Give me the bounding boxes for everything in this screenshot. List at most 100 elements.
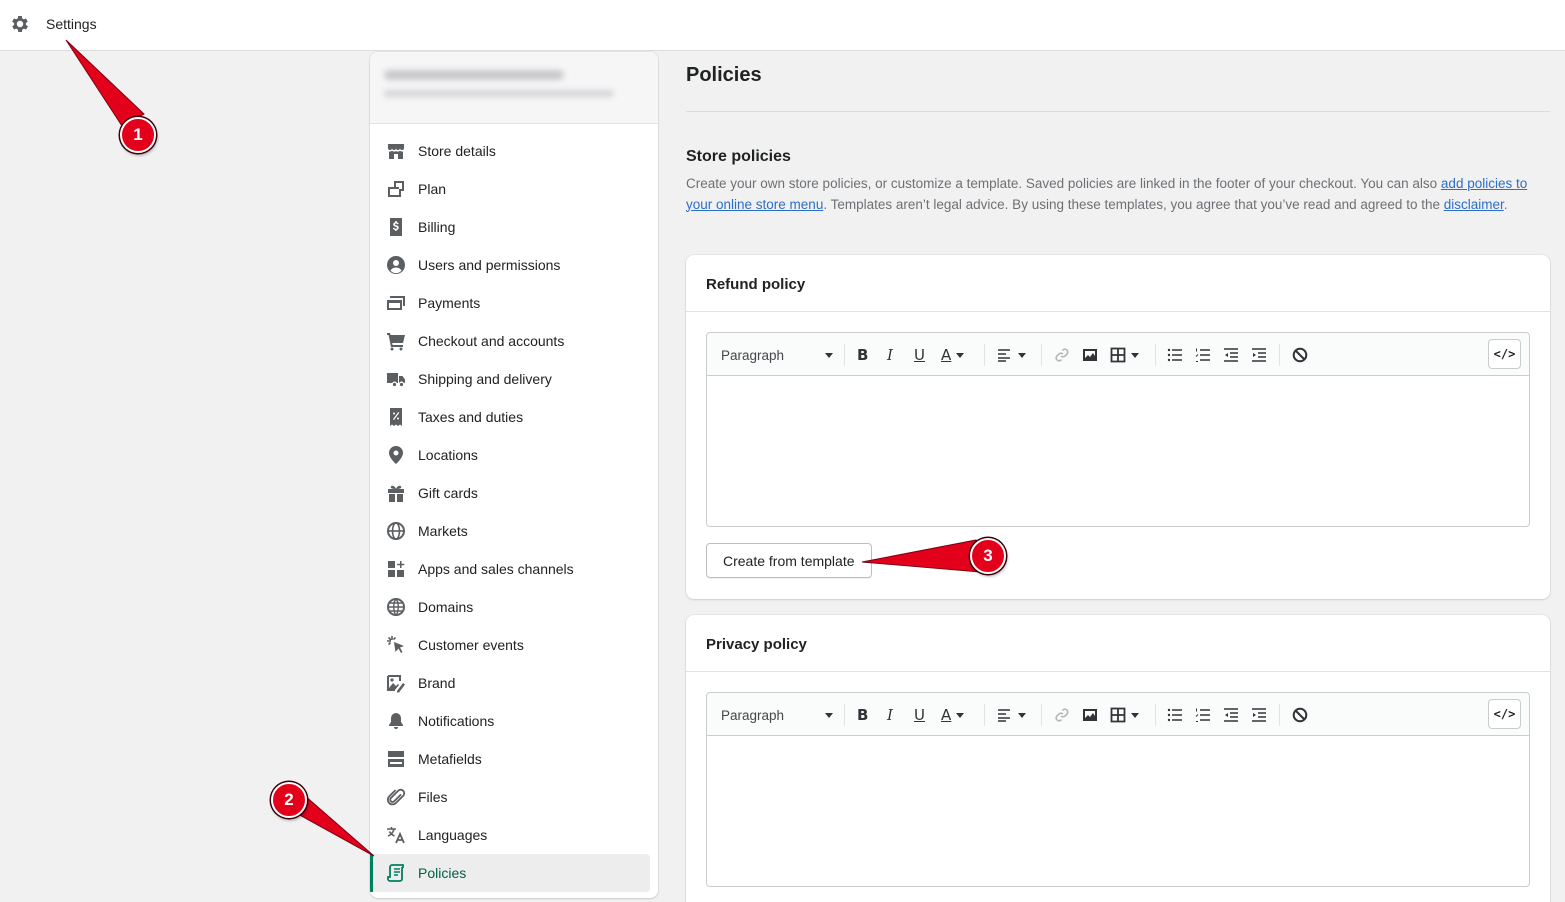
toolbar-divider — [1041, 344, 1042, 366]
outdent-icon[interactable] — [1223, 346, 1239, 364]
settings-sidebar: Store details Plan Billing Users and per… — [370, 52, 658, 898]
sidebar-item-checkout[interactable]: Checkout and accounts — [370, 322, 658, 360]
sidebar-item-label: Languages — [418, 827, 488, 843]
format-select[interactable]: Paragraph — [721, 706, 833, 724]
bold-icon[interactable]: B — [857, 346, 868, 364]
sidebar-item-taxes[interactable]: Taxes and duties — [370, 398, 658, 436]
sidebar-item-markets[interactable]: Markets — [370, 512, 658, 550]
sidebar-item-label: Notifications — [418, 713, 495, 729]
toolbar-divider — [1155, 344, 1156, 366]
underline-icon[interactable]: U — [914, 706, 925, 724]
page-title: Policies — [686, 52, 1550, 112]
code-view-button[interactable]: </> — [1488, 699, 1521, 729]
sidebar-item-label: Domains — [418, 599, 474, 615]
indent-icon[interactable] — [1251, 346, 1267, 364]
table-icon[interactable] — [1110, 706, 1139, 724]
brand-icon — [385, 672, 407, 694]
store-header[interactable] — [370, 52, 658, 124]
sidebar-item-label: Locations — [418, 447, 478, 463]
sidebar-item-gift-cards[interactable]: Gift cards — [370, 474, 658, 512]
bullet-list-icon[interactable] — [1167, 346, 1183, 364]
sidebar-item-brand[interactable]: Brand — [370, 664, 658, 702]
desc-text: Create your own store policies, or custo… — [686, 176, 1441, 191]
create-from-template-button[interactable]: Create from template — [706, 543, 872, 578]
toolbar-divider — [1041, 704, 1042, 726]
italic-icon[interactable]: I — [887, 706, 893, 724]
sidebar-item-files[interactable]: Files — [370, 778, 658, 816]
outdent-icon[interactable] — [1223, 706, 1239, 724]
sidebar-item-label: Brand — [418, 675, 456, 691]
bold-icon[interactable]: B — [857, 706, 868, 724]
sidebar-item-metafields[interactable]: Metafields — [370, 740, 658, 778]
editor-toolbar: Paragraph B I U A </> — [707, 333, 1529, 376]
card-title: Privacy policy — [686, 615, 1550, 672]
sidebar-item-notifications[interactable]: Notifications — [370, 702, 658, 740]
numbered-list-icon[interactable] — [1195, 706, 1211, 724]
sidebar-item-apps[interactable]: Apps and sales channels — [370, 550, 658, 588]
toolbar-divider — [844, 704, 845, 726]
indent-icon[interactable] — [1251, 706, 1267, 724]
callout-badge-3: 3 — [970, 538, 1006, 574]
privacy-policy-editor: Paragraph B I U A </> — [706, 692, 1530, 887]
table-icon[interactable] — [1110, 346, 1139, 364]
link-icon[interactable] — [1054, 706, 1070, 724]
location-pin-icon — [385, 444, 407, 466]
toolbar-divider — [1279, 344, 1280, 366]
paperclip-icon — [385, 786, 407, 808]
chevron-down-icon — [825, 712, 833, 718]
sidebar-item-payments[interactable]: Payments — [370, 284, 658, 322]
top-bar: Settings — [0, 0, 1565, 51]
format-value: Paragraph — [721, 707, 785, 723]
cursor-click-icon — [385, 634, 407, 656]
metafields-icon — [385, 748, 407, 770]
underline-icon[interactable]: U — [914, 346, 925, 364]
clear-format-icon[interactable] — [1292, 706, 1308, 724]
globe-icon — [385, 520, 407, 542]
editor-content[interactable] — [707, 376, 1529, 526]
image-icon[interactable] — [1082, 346, 1098, 364]
section-description: Create your own store policies, or custo… — [686, 174, 1550, 215]
sidebar-item-languages[interactable]: Languages — [370, 816, 658, 854]
refund-policy-editor: Paragraph B I U A </> — [706, 332, 1530, 527]
domains-globe-icon — [385, 596, 407, 618]
image-icon[interactable] — [1082, 706, 1098, 724]
gear-icon[interactable] — [9, 13, 31, 35]
format-select[interactable]: Paragraph — [721, 346, 833, 364]
editor-content[interactable] — [707, 736, 1529, 886]
store-name — [384, 70, 564, 80]
sidebar-item-store-details[interactable]: Store details — [370, 132, 658, 170]
sidebar-item-users[interactable]: Users and permissions — [370, 246, 658, 284]
callout-badge-2: 2 — [271, 782, 307, 818]
link-icon[interactable] — [1054, 346, 1070, 364]
policies-main: Policies Store policies Create your own … — [686, 52, 1550, 215]
sidebar-item-billing[interactable]: Billing — [370, 208, 658, 246]
sidebar-item-plan[interactable]: Plan — [370, 170, 658, 208]
text-color-icon[interactable]: A — [941, 346, 965, 364]
sidebar-item-domains[interactable]: Domains — [370, 588, 658, 626]
desc-text: . Templates aren’t legal advice. By usin… — [823, 196, 1444, 212]
sidebar-item-locations[interactable]: Locations — [370, 436, 658, 474]
sidebar-item-label: Store details — [418, 143, 496, 159]
bullet-list-icon[interactable] — [1167, 706, 1183, 724]
sidebar-item-label: Checkout and accounts — [418, 333, 565, 349]
section-title: Store policies — [686, 148, 791, 165]
disclaimer-link[interactable]: disclaimer — [1444, 197, 1504, 212]
text-color-icon[interactable]: A — [941, 706, 965, 724]
sidebar-item-label: Payments — [418, 295, 481, 311]
sidebar-item-label: Users and permissions — [418, 257, 561, 273]
numbered-list-icon[interactable] — [1195, 346, 1211, 364]
sidebar-item-label: Markets — [418, 523, 468, 539]
clear-format-icon[interactable] — [1292, 346, 1308, 364]
sidebar-item-shipping[interactable]: Shipping and delivery — [370, 360, 658, 398]
sidebar-item-policies[interactable]: Policies — [370, 854, 650, 892]
align-left-icon[interactable] — [997, 706, 1026, 724]
italic-icon[interactable]: I — [887, 346, 893, 364]
refund-policy-card: Refund policy Paragraph B I U A </> Crea… — [686, 255, 1550, 599]
sidebar-item-label: Taxes and duties — [418, 409, 524, 425]
align-left-icon[interactable] — [997, 346, 1026, 364]
billing-icon — [385, 216, 407, 238]
store-icon — [385, 140, 407, 162]
page-title-settings: Settings — [46, 16, 97, 32]
sidebar-item-customer-events[interactable]: Customer events — [370, 626, 658, 664]
code-view-button[interactable]: </> — [1488, 339, 1521, 369]
